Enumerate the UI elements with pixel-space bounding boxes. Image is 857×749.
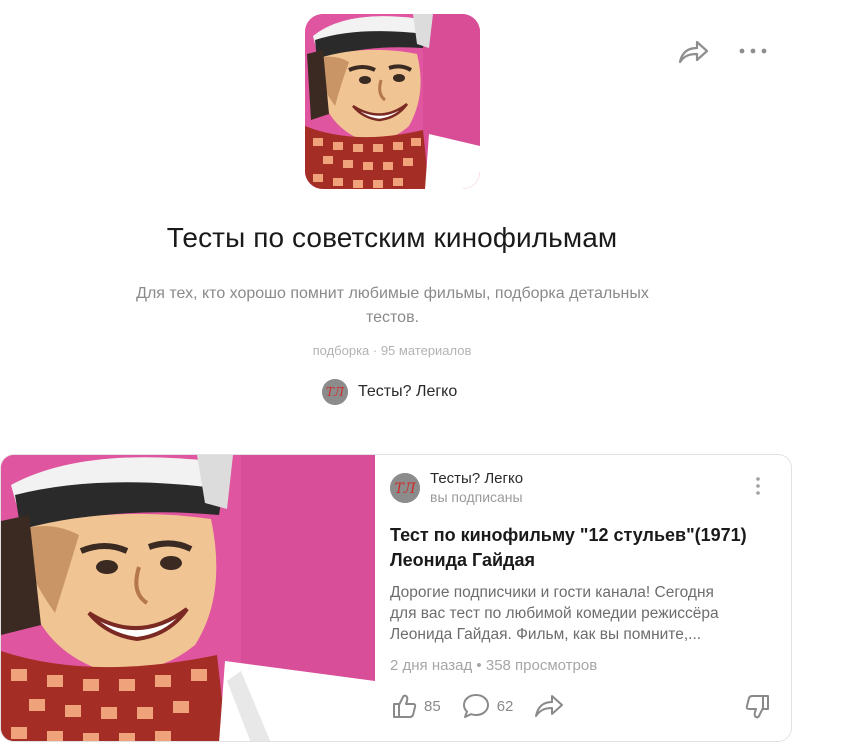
description-line: тестов.	[365, 309, 420, 326]
channel-name[interactable]: Тесты? Легко	[430, 469, 523, 488]
collection-page: Тесты по советским кинофильмам Для тех, …	[0, 0, 857, 749]
thumbs-up-icon	[393, 694, 417, 718]
snippet-line: Дорогие подписчики и гости канала! Сегод…	[390, 584, 714, 601]
article-title-line: Леонида Гайдая	[390, 550, 535, 570]
article-stats: 2 дня назад • 358 просмотров	[390, 657, 598, 674]
article-snippet: Дорогие подписчики и гости канала! Сегод…	[390, 582, 775, 645]
collection-meta: подборка · 95 материалов	[312, 343, 472, 358]
channel-info: Тесты? Легко вы подписаны	[430, 469, 523, 507]
article-card[interactable]: ТЛ Тесты? Легко вы подписаны Тест по кин…	[0, 454, 792, 742]
collection-description: Для тех, кто хорошо помнит любимые фильм…	[90, 282, 695, 330]
channel-avatar-initials: ТЛ	[394, 481, 415, 497]
author-avatar: ТЛ	[322, 379, 348, 405]
share-icon[interactable]	[676, 36, 710, 68]
snippet-line: Леонида Гайдая. Фильм, как вы помните,..…	[390, 626, 702, 643]
snippet-line: для вас тест по любимой комедии режиссёр…	[390, 605, 719, 622]
collection-author-link[interactable]: ТЛ Тесты? Легко	[322, 379, 457, 405]
thumbs-down-icon	[745, 695, 769, 719]
collection-cover-image	[305, 14, 480, 189]
article-card-body: ТЛ Тесты? Легко вы подписаны Тест по кин…	[390, 455, 791, 741]
article-title[interactable]: Тест по кинофильму "12 стульев"(1971) Ле…	[390, 523, 775, 573]
article-actions: 85 62	[390, 692, 585, 720]
dislike-button[interactable]	[744, 693, 772, 726]
share-button[interactable]	[533, 692, 565, 720]
comment-bubble-icon	[462, 694, 489, 718]
card-more-options-icon[interactable]	[750, 475, 766, 497]
article-cover-image[interactable]	[1, 455, 375, 741]
like-button[interactable]: 85	[390, 692, 441, 720]
author-name: Тесты? Легко	[358, 383, 458, 400]
share-arrow-icon	[535, 695, 564, 717]
subscription-status: вы подписаны	[430, 489, 523, 505]
comment-button[interactable]: 62	[461, 692, 514, 720]
author-avatar-initials: ТЛ	[326, 385, 345, 399]
channel-avatar: ТЛ	[390, 473, 420, 503]
more-options-icon[interactable]	[736, 40, 770, 62]
article-title-line: Тест по кинофильму "12 стульев"(1971)	[390, 525, 747, 545]
comment-count: 62	[496, 697, 514, 715]
collection-title: Тесты по советским кинофильмам	[166, 222, 618, 253]
description-line: Для тех, кто хорошо помнит любимые фильм…	[136, 285, 649, 302]
like-count: 85	[424, 697, 441, 715]
article-channel-header[interactable]: ТЛ Тесты? Легко вы подписаны	[390, 469, 523, 507]
